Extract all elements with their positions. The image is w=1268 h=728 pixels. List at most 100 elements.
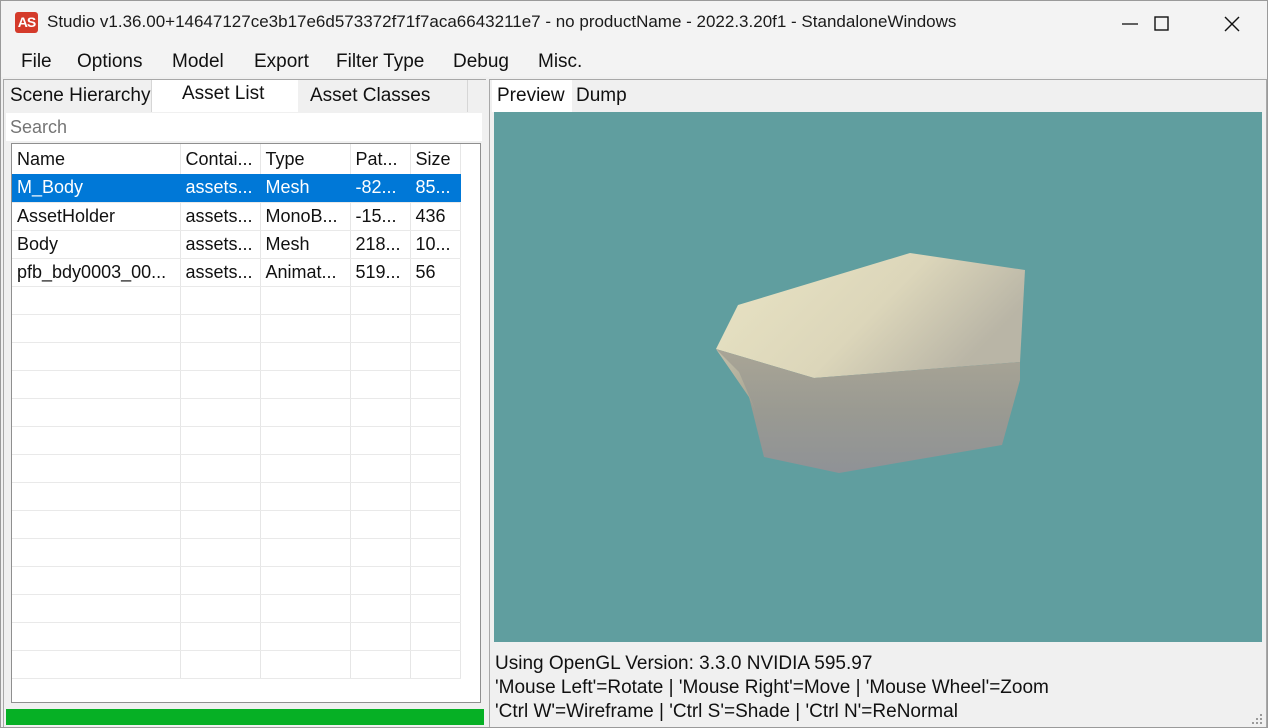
menu-filter-type[interactable]: Filter Type [336, 51, 424, 73]
empty-cell [260, 426, 351, 455]
empty-cell [350, 454, 411, 483]
empty-cell [260, 594, 351, 623]
empty-cell [410, 538, 461, 567]
empty-cell [410, 650, 461, 679]
empty-cell [180, 398, 261, 427]
empty-cell [350, 286, 411, 315]
empty-cell [350, 538, 411, 567]
menu-export[interactable]: Export [254, 51, 309, 73]
empty-row [12, 510, 461, 539]
window-title: Studio v1.36.00+14647127ce3b17e6d573372f… [47, 12, 957, 31]
left-panel: Scene Hierarchy Asset List Asset Classes… [3, 79, 487, 727]
tab-scene-hierarchy[interactable]: Scene Hierarchy [6, 80, 152, 112]
empty-cell [12, 566, 181, 595]
title-bar[interactable]: AS Studio v1.36.00+14647127ce3b17e6d5733… [1, 1, 1267, 45]
table-row[interactable]: M_Body assets... Mesh -82... 85... [12, 174, 461, 203]
search-input[interactable] [6, 113, 482, 141]
empty-cell [410, 594, 461, 623]
empty-cell [260, 510, 351, 539]
empty-cell [350, 622, 411, 651]
empty-row [12, 314, 461, 343]
menu-misc[interactable]: Misc. [538, 51, 582, 73]
empty-cell [180, 342, 261, 371]
empty-cell [410, 342, 461, 371]
empty-row [12, 538, 461, 567]
menu-debug[interactable]: Debug [453, 51, 509, 73]
empty-cell [410, 510, 461, 539]
empty-row [12, 342, 461, 371]
empty-cell [180, 482, 261, 511]
empty-cell [350, 510, 411, 539]
keyboard-shortcuts-hint: 'Ctrl W'=Wireframe | 'Ctrl S'=Shade | 'C… [495, 701, 958, 722]
empty-cell [260, 342, 351, 371]
menu-file[interactable]: File [21, 51, 52, 73]
empty-cell [410, 426, 461, 455]
table-row[interactable]: AssetHolder assets... MonoB... -15... 43… [12, 202, 461, 231]
empty-cell [180, 314, 261, 343]
close-button[interactable] [1199, 1, 1265, 45]
column-header-name[interactable]: Name [12, 144, 181, 174]
empty-row [12, 454, 461, 483]
empty-row [12, 482, 461, 511]
empty-cell [180, 538, 261, 567]
close-icon [1224, 16, 1240, 32]
app-window: AS Studio v1.36.00+14647127ce3b17e6d5733… [0, 0, 1268, 728]
empty-cell [260, 454, 351, 483]
tab-asset-list[interactable]: Asset List [152, 80, 298, 112]
resize-grip-icon[interactable] [1252, 714, 1264, 726]
empty-row [12, 594, 461, 623]
menu-model[interactable]: Model [172, 51, 224, 73]
cell-pathid: -15... [350, 202, 411, 231]
column-header-pathid[interactable]: Pat... [350, 144, 411, 174]
empty-cell [410, 398, 461, 427]
empty-cell [12, 398, 181, 427]
tab-asset-classes[interactable]: Asset Classes [298, 80, 468, 112]
cell-container: assets... [180, 230, 261, 259]
table-row[interactable]: Body assets... Mesh 218... 10... [12, 230, 461, 259]
preview-status: Using OpenGL Version: 3.3.0 NVIDIA 595.9… [495, 652, 1049, 724]
maximize-icon [1154, 16, 1169, 31]
empty-cell [260, 650, 351, 679]
progress-bar [6, 709, 484, 725]
empty-cell [12, 510, 181, 539]
column-header-type[interactable]: Type [260, 144, 351, 174]
empty-row [12, 566, 461, 595]
empty-cell [350, 314, 411, 343]
empty-cell [410, 286, 461, 315]
cell-name: Body [12, 230, 181, 259]
column-header-size[interactable]: Size [410, 144, 461, 174]
cell-type: MonoB... [260, 202, 351, 231]
empty-cell [410, 454, 461, 483]
asset-list-header: Name Contai... Type Pat... Size [12, 144, 461, 174]
app-icon: AS [15, 12, 38, 33]
empty-cell [12, 314, 181, 343]
empty-row [12, 370, 461, 399]
empty-cell [350, 594, 411, 623]
cell-size: 56 [410, 258, 461, 287]
preview-viewport[interactable] [494, 112, 1262, 642]
tab-dump[interactable]: Dump [572, 80, 634, 112]
empty-rows [12, 286, 461, 679]
asset-list[interactable]: Name Contai... Type Pat... Size M_Body a… [11, 143, 481, 703]
cell-type: Mesh [260, 174, 351, 203]
cell-type: Mesh [260, 230, 351, 259]
cell-container: assets... [180, 174, 261, 203]
column-header-container[interactable]: Contai... [180, 144, 261, 174]
empty-cell [260, 370, 351, 399]
tab-preview[interactable]: Preview [492, 80, 572, 112]
menu-options[interactable]: Options [77, 51, 142, 73]
table-row[interactable]: pfb_bdy0003_00... assets... Animat... 51… [12, 258, 461, 287]
empty-cell [410, 314, 461, 343]
empty-cell [12, 538, 181, 567]
empty-cell [260, 622, 351, 651]
empty-cell [12, 370, 181, 399]
empty-cell [350, 566, 411, 595]
cell-name: pfb_bdy0003_00... [12, 258, 181, 287]
mesh-preview [716, 253, 1025, 473]
empty-cell [180, 454, 261, 483]
maximize-button[interactable] [1129, 1, 1195, 45]
empty-cell [410, 622, 461, 651]
empty-cell [350, 650, 411, 679]
empty-row [12, 286, 461, 315]
cell-name: AssetHolder [12, 202, 181, 231]
